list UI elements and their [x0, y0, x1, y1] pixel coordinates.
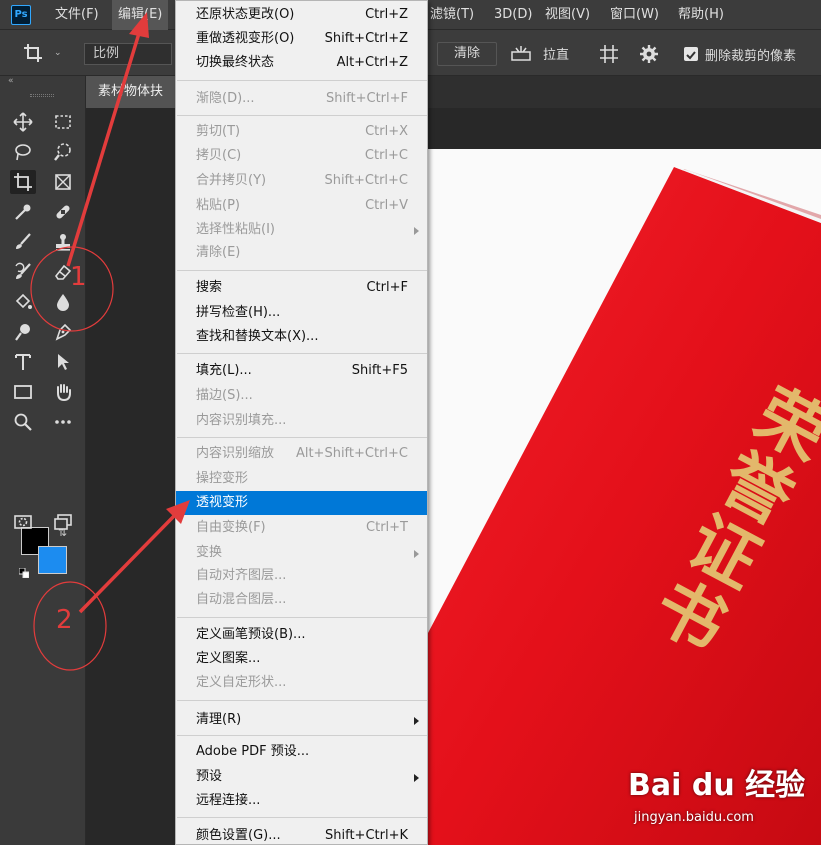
lasso-tool-icon[interactable] — [10, 140, 36, 164]
menu-item-auto-blend-layers[interactable]: 自动混合图层... — [176, 588, 427, 612]
type-tool-icon[interactable] — [10, 350, 36, 374]
eyedropper-tool-icon[interactable] — [10, 200, 36, 224]
menu-item-toggle-last-state[interactable]: 切换最终状态 Alt+Ctrl+Z — [176, 51, 427, 75]
submenu-arrow-icon — [414, 717, 419, 725]
menu-item-copy-merged[interactable]: 合并拷贝(Y) Shift+Ctrl+C — [176, 169, 427, 193]
menu-item-free-transform[interactable]: 自由变换(F) Ctrl+T — [176, 516, 427, 540]
dodge-tool-icon[interactable] — [10, 320, 36, 344]
paint-bucket-tool-icon[interactable] — [10, 290, 36, 314]
watermark-url: jingyan.baidu.com — [634, 810, 754, 825]
move-tool-icon[interactable] — [10, 110, 36, 134]
menu-item-undo[interactable]: 还原状态更改(O) Ctrl+Z — [176, 3, 427, 27]
menu-separator — [177, 817, 427, 818]
menu-filter[interactable]: 滤镜(T) — [430, 0, 474, 30]
menu-item-define-pattern[interactable]: 定义图案... — [176, 647, 427, 671]
menu-item-perspective-warp[interactable]: 透视变形 — [176, 491, 427, 515]
crop-tool-icon[interactable] — [10, 170, 36, 194]
baidu-watermark: Bai du 经验 jingyan.baidu.com — [628, 752, 818, 842]
grid-overlay-icon[interactable] — [598, 43, 620, 65]
menu-item-clear[interactable]: 清除(E) — [176, 241, 427, 265]
pen-tool-icon[interactable] — [50, 320, 76, 344]
menu-item-search[interactable]: 搜索 Ctrl+F — [176, 276, 427, 300]
menu-item-paste[interactable]: 粘贴(P) Ctrl+V — [176, 194, 427, 218]
zoom-tool-icon[interactable] — [10, 410, 36, 434]
collapse-panel-icon[interactable]: « — [8, 76, 14, 86]
menu-item-puppet-warp[interactable]: 操控变形 — [176, 467, 427, 491]
annotation-label-1: 1 — [70, 262, 87, 292]
rectangle-tool-icon[interactable] — [10, 380, 36, 404]
menu-separator — [177, 735, 427, 736]
menu-item-copy[interactable]: 拷贝(C) Ctrl+C — [176, 144, 427, 168]
menu-item-cut[interactable]: 剪切(T) Ctrl+X — [176, 120, 427, 144]
menu-item-stroke[interactable]: 描边(S)... — [176, 384, 427, 408]
edit-menu-dropdown: 还原状态更改(O) Ctrl+Z 重做透视变形(O) Shift+Ctrl+Z 切换… — [175, 0, 428, 845]
menu-3d[interactable]: 3D(D) — [494, 0, 532, 30]
menu-item-redo[interactable]: 重做透视变形(O) Shift+Ctrl+Z — [176, 27, 427, 51]
menu-window[interactable]: 窗口(W) — [610, 0, 659, 30]
menu-item-presets[interactable]: 预设 — [176, 765, 427, 789]
menu-item-fill[interactable]: 填充(L)... Shift+F5 — [176, 359, 427, 383]
path-selection-tool-icon[interactable] — [50, 350, 76, 374]
chevron-down-icon[interactable]: ⌄ — [54, 48, 62, 58]
ratio-select[interactable]: 比例 — [84, 43, 172, 65]
menu-separator — [177, 80, 427, 81]
menu-item-fade[interactable]: 渐隐(D)... Shift+Ctrl+F — [176, 87, 427, 111]
menu-item-purge[interactable]: 清理(R) — [176, 708, 427, 732]
brush-tool-icon[interactable] — [10, 230, 36, 254]
crop-icon[interactable] — [22, 42, 44, 64]
menu-item-adobe-pdf-presets[interactable]: Adobe PDF 预设... — [176, 740, 427, 764]
menu-item-define-brush[interactable]: 定义画笔预设(B)... — [176, 623, 427, 647]
default-colors-icon[interactable] — [18, 563, 30, 579]
menu-item-find-replace[interactable]: 查找和替换文本(X)... — [176, 325, 427, 349]
menu-item-color-settings[interactable]: 颜色设置(G)... Shift+Ctrl+K — [176, 824, 427, 845]
clone-stamp-tool-icon[interactable] — [50, 230, 76, 254]
straighten-icon[interactable] — [510, 43, 532, 63]
frame-tool-icon[interactable] — [50, 170, 76, 194]
menu-separator — [177, 617, 427, 618]
quick-mask-icon[interactable] — [10, 510, 36, 534]
menu-item-define-custom-shape[interactable]: 定义自定形状... — [176, 671, 427, 695]
healing-brush-tool-icon[interactable] — [50, 200, 76, 224]
hand-tool-icon[interactable] — [50, 380, 76, 404]
blur-tool-icon[interactable] — [50, 290, 76, 314]
menu-item-paste-special[interactable]: 选择性粘贴(I) — [176, 218, 427, 242]
menu-view[interactable]: 视图(V) — [545, 0, 590, 30]
submenu-arrow-icon — [414, 227, 419, 235]
photoshop-logo: Ps — [11, 5, 31, 25]
gear-icon[interactable] — [638, 43, 660, 65]
annotation-label-2: 2 — [56, 605, 73, 635]
canvas-image[interactable]: 荣誉证书 — [428, 149, 821, 845]
menu-separator — [177, 353, 427, 354]
submenu-arrow-icon — [414, 550, 419, 558]
delete-cropped-pixels-label[interactable]: 删除裁剪的像素 — [705, 45, 796, 64]
menu-help[interactable]: 帮助(H) — [678, 0, 724, 30]
menu-item-spell-check[interactable]: 拼写检查(H)... — [176, 301, 427, 325]
more-tools-icon[interactable] — [50, 410, 76, 434]
tools-panel: « ⇅ — [0, 76, 86, 845]
screen-mode-icon[interactable] — [50, 510, 76, 534]
menu-separator — [177, 437, 427, 438]
menu-item-remote-connections[interactable]: 远程连接... — [176, 789, 427, 813]
menu-edit[interactable]: 编辑(E) — [112, 0, 169, 30]
menu-item-auto-align-layers[interactable]: 自动对齐图层... — [176, 564, 427, 588]
menu-separator — [177, 270, 427, 271]
menu-separator — [177, 115, 427, 116]
menu-item-transform[interactable]: 变换 — [176, 541, 427, 565]
clear-button[interactable]: 清除 — [437, 42, 497, 66]
menu-item-content-aware-fill[interactable]: 内容识别填充... — [176, 409, 427, 433]
menu-separator — [177, 700, 427, 701]
quick-select-tool-icon[interactable] — [50, 140, 76, 164]
straighten-label[interactable]: 拉直 — [543, 44, 569, 63]
watermark-brand: Bai du 经验 — [628, 768, 806, 803]
delete-cropped-pixels-checkbox[interactable] — [684, 47, 698, 61]
submenu-arrow-icon — [414, 774, 419, 782]
marquee-tool-icon[interactable] — [50, 110, 76, 134]
history-brush-tool-icon[interactable] — [10, 260, 36, 284]
document-tab[interactable]: 素材物体扶 — [86, 76, 182, 108]
menu-item-content-aware-scale[interactable]: 内容识别缩放 Alt+Shift+Ctrl+C — [176, 442, 427, 466]
menu-file[interactable]: 文件(F) — [55, 0, 99, 30]
panel-grip[interactable] — [30, 94, 54, 97]
background-color-swatch[interactable] — [38, 546, 67, 574]
